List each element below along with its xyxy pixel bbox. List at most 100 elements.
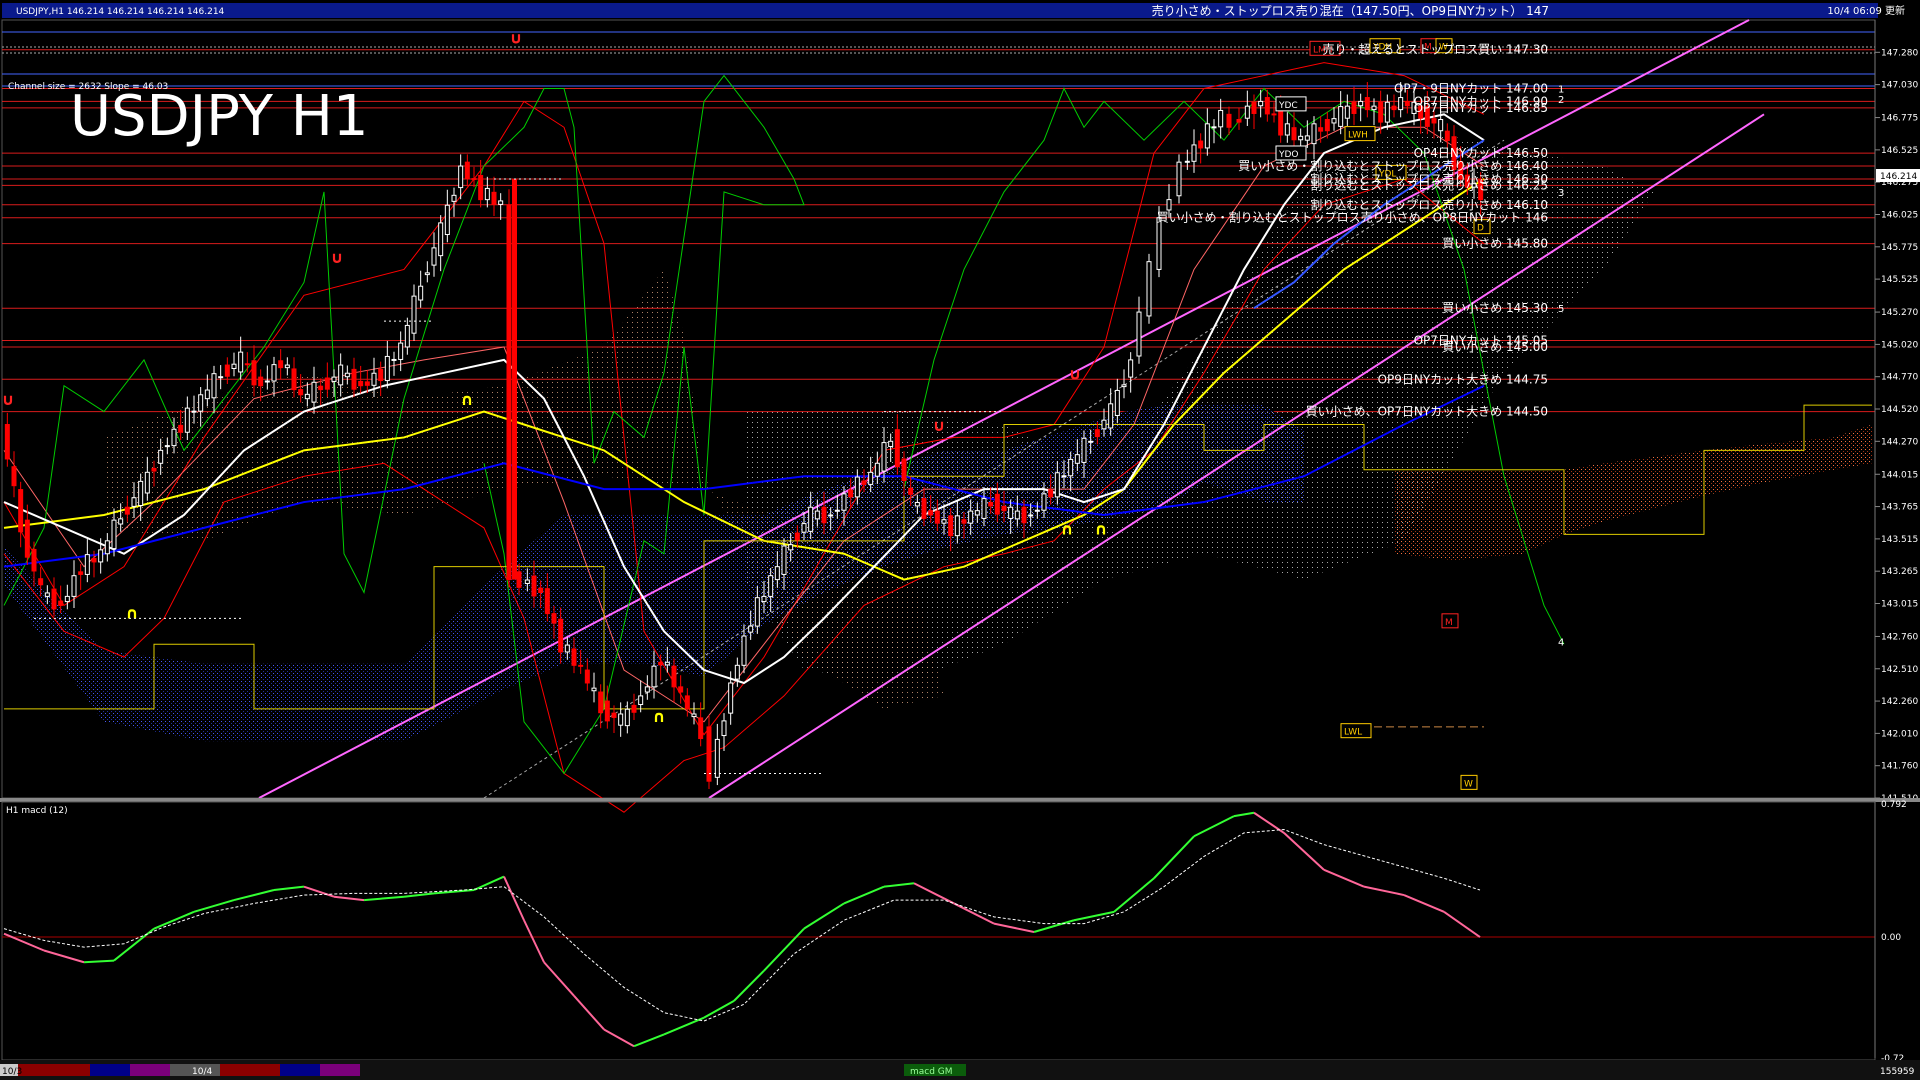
candle-bear — [921, 498, 927, 519]
current-price-label: 146.214 — [1880, 172, 1917, 182]
candle-bull — [618, 713, 624, 726]
candle-bull — [801, 523, 807, 533]
candle-bear — [584, 669, 590, 684]
candle-bear — [598, 691, 604, 714]
pane-separator — [0, 798, 1920, 802]
header-datetime: 10/4 06:09 更新 — [1827, 4, 1905, 17]
macd-tick-label: 0.792 — [1881, 800, 1907, 810]
candle-bull — [238, 351, 244, 373]
level-number: 5 — [1558, 304, 1564, 315]
candle-bear — [658, 661, 664, 666]
candle-bull — [171, 428, 177, 447]
candle-bull — [384, 355, 390, 382]
level-label: 割り込むとストップロス売り小さめ 146.10 — [1310, 197, 1548, 212]
candle-bull — [954, 515, 960, 537]
candle-bull — [458, 165, 464, 189]
candle-bear — [1226, 113, 1232, 128]
candle-bear — [908, 487, 914, 495]
price-tick-label: 144.770 — [1881, 373, 1918, 383]
candle-bear — [151, 467, 157, 472]
candle-bear — [38, 578, 44, 586]
info-banner: 売り小さめ・ストップロス売り混在（147.50円、OP9日NYカット） 147 — [1152, 3, 1549, 18]
candle-bull — [391, 358, 397, 361]
candle-bear — [821, 506, 827, 524]
candle-bear — [506, 204, 512, 581]
candle-bear — [471, 178, 477, 181]
candle-bull — [1081, 437, 1087, 463]
candle-bull — [1258, 100, 1264, 107]
price-tick-label: 142.760 — [1881, 632, 1918, 642]
candle-bull — [734, 664, 740, 680]
level-number: 2 — [1558, 95, 1564, 106]
box-label: LWL — [1344, 728, 1362, 738]
candle-bear — [51, 588, 57, 610]
candle-bull — [968, 510, 974, 524]
candle-bull — [1344, 105, 1350, 119]
candle-bull — [218, 376, 224, 379]
candle-bear — [244, 363, 250, 366]
candle-bull — [644, 686, 650, 693]
footer-bar: 10/3 10/4 macd GM 155959 — [0, 1060, 1920, 1080]
candle-bull — [418, 285, 424, 301]
yellow-arc-marker: ∩ — [1095, 519, 1108, 538]
price-tick-label: 143.015 — [1881, 600, 1918, 610]
candle-bull — [484, 187, 490, 201]
level-number: 4 — [1558, 638, 1564, 649]
candle-bull — [1146, 261, 1152, 317]
box-label: LWH — [1348, 131, 1368, 141]
candle-bear — [1094, 429, 1100, 438]
candle-bear — [1264, 97, 1270, 115]
candle-bear — [551, 613, 557, 624]
candle-bull — [184, 407, 190, 433]
candle-bear — [988, 501, 994, 507]
candle-bear — [178, 424, 184, 433]
candle-bear — [948, 515, 954, 537]
candle-bear — [848, 489, 854, 498]
candle-bull — [761, 595, 767, 603]
candle-bull — [371, 372, 377, 386]
candle-bull — [828, 514, 834, 517]
candle-bull — [1101, 419, 1107, 430]
counter: 155959 — [1880, 1067, 1915, 1077]
header-bar — [2, 3, 1878, 18]
candle-bear — [18, 489, 24, 533]
candle-bull — [411, 295, 417, 334]
date-10-3: 10/3 — [2, 1067, 22, 1077]
candle-bull — [264, 380, 270, 383]
candle-bear — [1404, 100, 1410, 107]
level-label: 売り・超えるとストップロス買い 147.30 — [1323, 42, 1548, 57]
level-label: 割り込むとストップロス売り小さめ 146.25 — [1310, 177, 1548, 192]
level-label: 買い小さめ、OP7日NYカット大きめ 144.50 — [1306, 405, 1548, 419]
candle-bear — [604, 700, 610, 722]
candle-bear — [678, 686, 684, 693]
candle-bear — [1048, 489, 1054, 498]
candle-bull — [64, 595, 70, 603]
candle-bull — [714, 738, 720, 778]
chart-canvas[interactable]: USDJPY,H1 146.214 146.214 146.214 146.21… — [0, 0, 1920, 1080]
candle-bull — [158, 449, 164, 464]
candle-bull — [1184, 160, 1190, 163]
candle-bull — [808, 506, 814, 532]
candle-bull — [71, 575, 77, 597]
candle-bull — [874, 462, 880, 477]
candle-bull — [1034, 509, 1040, 512]
red-arc-marker: ∪ — [331, 248, 344, 267]
candle-bear — [11, 466, 17, 487]
candle-bear — [298, 389, 304, 396]
candle-bull — [1311, 123, 1317, 145]
channel-info: Channel size = 2632 Slope = 46.03 — [8, 82, 168, 92]
level-label: 買い小さめ・割り込むとストップロス売り小さめ 146.40 — [1238, 158, 1548, 173]
candle-bull — [664, 661, 670, 666]
candle-bull — [118, 518, 124, 525]
candle-bear — [894, 429, 900, 468]
candle-bear — [1324, 119, 1330, 132]
yellow-arc-marker: ∩ — [461, 390, 474, 409]
candle-bear — [1391, 105, 1397, 111]
candle-bull — [451, 194, 457, 202]
candle-bull — [138, 480, 144, 506]
candle-bull — [974, 510, 980, 516]
candle-bear — [558, 618, 564, 653]
candle-bull — [191, 410, 197, 413]
candle-bull — [1284, 123, 1290, 136]
candle-bear — [258, 376, 264, 387]
